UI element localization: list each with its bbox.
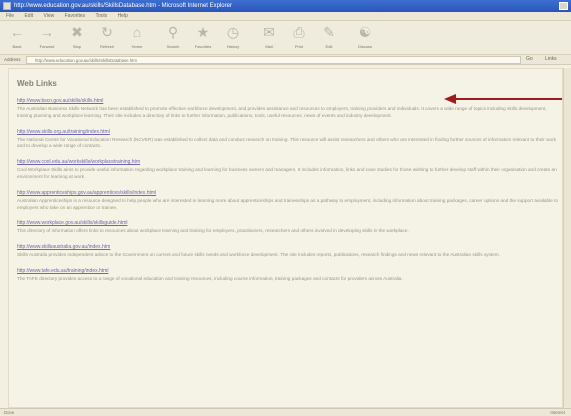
web-link[interactable]: http://www.tafe.edu.au/training/index.ht… (17, 268, 558, 274)
stop-button[interactable]: ✖ Stop (64, 24, 90, 52)
vertical-scrollbar[interactable] (563, 68, 571, 408)
list-item: http://www.skills.org.au/training/index.… (17, 129, 558, 151)
link-description: Australian Apprenticeships is a resource… (17, 197, 558, 210)
print-icon: ⎙ (293, 24, 305, 40)
page-content: Web Links http://www.bscn.gov.au/skills/… (8, 68, 563, 408)
back-button[interactable]: ← Back (4, 24, 30, 52)
forward-arrow-icon: → (40, 24, 54, 40)
menu-file[interactable]: File (6, 13, 14, 19)
stop-icon: ✖ (71, 24, 83, 40)
forward-button[interactable]: → Forward (34, 24, 60, 52)
toolbar: ← Back → Forward ✖ Stop ↻ Refresh ⌂ Home ⚲ Sea… (0, 21, 571, 55)
print-button[interactable]: ⎙ Print (286, 24, 312, 52)
refresh-icon: ↻ (101, 24, 113, 40)
favorites-icon: ★ (196, 24, 210, 40)
refresh-button[interactable]: ↻ Refresh (94, 24, 120, 52)
link-description: Skills Australia provides independent ad… (17, 252, 500, 258)
link-description: This directory of information offers lin… (17, 228, 409, 234)
menu-edit[interactable]: Edit (24, 13, 33, 19)
discuss-button[interactable]: ☯ Discuss (352, 24, 378, 52)
security-zone: Internet (550, 410, 565, 415)
address-label: Address (4, 57, 21, 62)
close-icon[interactable] (559, 2, 568, 10)
web-link[interactable]: http://www.workplace.gov.au/skills/skill… (17, 220, 558, 226)
list-item: http://www.tafe.edu.au/training/index.ht… (17, 268, 558, 283)
web-link[interactable]: http://www.skillsaustralia.gov.au/index.… (17, 244, 558, 250)
page-title: Web Links (17, 79, 57, 88)
discuss-icon: ☯ (358, 24, 372, 40)
list-item: http://www.cool.edu.au/workskills/workpl… (17, 159, 558, 181)
web-link[interactable]: http://www.cool.edu.au/workskills/workpl… (17, 159, 558, 165)
link-description: The Australian Business Skills Network h… (17, 106, 547, 118)
favorites-button[interactable]: ★ Favorites (190, 24, 216, 52)
mail-icon: ✉ (263, 24, 275, 40)
go-button[interactable]: Go (526, 56, 533, 62)
mail-button[interactable]: ✉ Mail (256, 24, 282, 52)
links-button[interactable]: Links (545, 56, 557, 62)
menu-view[interactable]: View (43, 13, 54, 19)
list-item: http://www.apprenticeships.gov.au/appren… (17, 190, 558, 212)
menu-bar: File Edit View Favorites Tools Help (0, 12, 571, 21)
web-link[interactable]: http://www.apprenticeships.gov.au/appren… (17, 190, 558, 196)
link-description: Cool Workplace Skills aims to provide us… (17, 167, 557, 179)
history-icon: ◷ (226, 24, 240, 40)
search-button[interactable]: ⚲ Search (160, 24, 186, 52)
home-button[interactable]: ⌂ Home (124, 24, 150, 52)
status-text: Done (4, 410, 15, 415)
list-item: http://www.workplace.gov.au/skills/skill… (17, 220, 558, 235)
list-item: http://www.skillsaustralia.gov.au/index.… (17, 244, 558, 259)
home-icon: ⌂ (132, 24, 142, 40)
menu-favorites[interactable]: Favorites (65, 13, 86, 19)
search-icon: ⚲ (167, 24, 179, 40)
window-titlebar: http://www.education.gov.au/skills/Skill… (0, 0, 571, 12)
window-title: http://www.education.gov.au/skills/Skill… (14, 3, 232, 9)
edit-button[interactable]: ✎ Edit (316, 24, 342, 52)
back-arrow-icon: ← (10, 24, 24, 40)
menu-tools[interactable]: Tools (95, 13, 107, 19)
address-bar: Address http://www.education.gov.au/skil… (0, 55, 571, 65)
edit-icon: ✎ (323, 24, 335, 40)
ie-logo-icon (3, 2, 11, 10)
link-description: The National Centre for Vocational Educa… (17, 136, 556, 149)
annotation-arrow-icon (444, 94, 562, 104)
address-input[interactable]: http://www.education.gov.au/skills/Skill… (26, 56, 521, 64)
link-description: The TAFE directory provides access to a … (17, 275, 403, 281)
menu-help[interactable]: Help (118, 13, 128, 19)
web-link[interactable]: http://www.skills.org.au/training/index.… (17, 129, 558, 135)
history-button[interactable]: ◷ History (220, 24, 246, 52)
status-bar: Done Internet (0, 408, 571, 416)
